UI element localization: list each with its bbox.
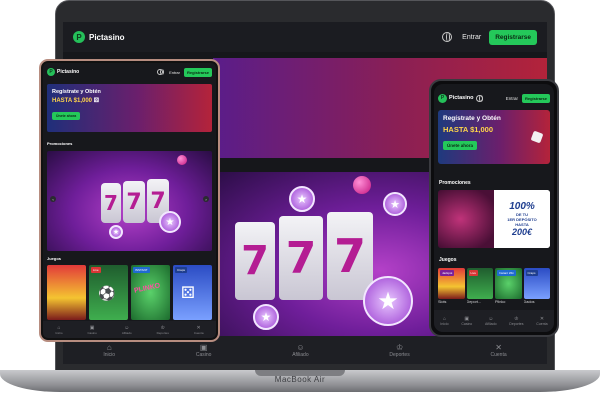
nav-item-deportes[interactable]: ♔ Deportes	[389, 343, 409, 358]
game-tile-slots[interactable]	[47, 265, 86, 320]
dice-icon	[530, 130, 544, 144]
register-button[interactable]: Registrarse	[489, 29, 537, 45]
instant-badge: INSTANT	[133, 267, 150, 273]
hero-banner[interactable]: Regístrate y Obtén HASTA $1,000 Únete ah…	[438, 110, 550, 164]
login-button[interactable]: Entrar	[506, 96, 518, 101]
soccer-ball-icon: ⚽	[98, 285, 116, 301]
brand-logo-icon[interactable]: P	[438, 93, 447, 103]
brand-name[interactable]: Pictasino	[449, 95, 473, 101]
game-tile-sports[interactable]: Live ⚽	[89, 265, 128, 320]
slot-reel: 7	[101, 183, 121, 223]
nav-item-inicio[interactable]: ⌂ Inicio	[440, 316, 448, 326]
carousel-next-button[interactable]: ›	[203, 196, 209, 202]
star-coin-icon: ★	[159, 211, 181, 233]
slot-machine-icon: ▣	[199, 342, 208, 352]
carousel-prev-button[interactable]: ‹	[50, 196, 56, 202]
nav-item-cuenta[interactable]: ✕ Cuenta	[194, 325, 204, 335]
globe-icon[interactable]	[476, 94, 484, 102]
account-icon: ✕	[495, 342, 502, 352]
nav-item-cuenta[interactable]: ✕ Cuenta	[490, 343, 506, 358]
games-heading: Juegos	[47, 256, 62, 261]
hero-headline: Regístrate y Obtén	[443, 115, 501, 122]
hero-headline: Regístrate y Obtén	[52, 89, 101, 95]
brand-logo-icon[interactable]: P	[47, 68, 55, 76]
dice-icon: ⚄	[93, 98, 99, 104]
register-button[interactable]: Registrarse	[183, 67, 212, 77]
craps-badge: Craps	[525, 270, 538, 276]
brand-name[interactable]: Pictasino	[89, 33, 125, 42]
device-mockup-stage: P Pictasino Entrar Registrarse 7 7 7 ★ ★…	[0, 0, 600, 400]
plinko-logo: PLINKO	[133, 282, 161, 295]
device-model-label: MacBook Air	[274, 375, 326, 384]
live-badge: Live	[91, 267, 101, 273]
games-row: Live ⚽ INSTANT PLINKO Craps ⚄	[47, 265, 212, 320]
slot-lever-ball	[353, 176, 371, 194]
star-coin-icon: ★	[289, 186, 315, 212]
promos-heading: Promociones	[439, 180, 471, 186]
slot-reel: 7	[235, 222, 275, 300]
hero-amount: HASTA $1,000	[443, 125, 494, 134]
laptop-top-nav: P Pictasino Entrar Registrarse	[63, 22, 547, 52]
game-tile-sports[interactable]: Live Deport...	[466, 268, 493, 304]
nav-item-inicio[interactable]: ⌂ Inicio	[55, 325, 62, 335]
login-button[interactable]: Entrar	[462, 34, 481, 41]
nav-item-casino[interactable]: ▣ Casino	[461, 316, 472, 326]
instant-win-badge: Instant Win	[497, 270, 517, 276]
game-tile-plinko[interactable]: INSTANT PLINKO	[131, 265, 170, 320]
promos-heading: Promociones	[47, 141, 73, 146]
globe-icon[interactable]	[442, 32, 453, 42]
phone-bottom-nav: ⌂ Inicio ▣ Casino ☺ Afiliado ♔ Deportes ✕ Cue…	[434, 310, 554, 332]
trophy-icon: ♔	[395, 342, 404, 352]
home-icon: ⌂	[106, 342, 112, 352]
games-heading: Juegos	[439, 257, 457, 263]
star-coin-icon: ★	[253, 304, 279, 330]
star-coin-icon: ★	[109, 225, 123, 239]
phone-top-nav: P Pictasino Entrar Registrarse	[434, 90, 554, 106]
nav-item-casino[interactable]: ▣ Casino	[87, 325, 96, 335]
nav-item-afiliado[interactable]: ☺ Afiliado	[485, 316, 496, 326]
globe-icon[interactable]	[157, 69, 164, 75]
login-button[interactable]: Entrar	[169, 70, 180, 75]
game-tile-dice[interactable]: Craps ⚄	[173, 265, 212, 320]
tablet-bottom-nav: ⌂ Inicio ▣ Casino ☺ Afiliado ♔ Deportes ✕ Cue…	[43, 321, 216, 338]
promo-slot-banner[interactable]: 7 7 7 ★ ★	[47, 151, 212, 251]
nav-item-casino[interactable]: ▣ Casino	[196, 343, 212, 358]
phone-screen: P Pictasino Entrar Registrarse Regístrat…	[434, 84, 554, 332]
craps-badge: Craps	[175, 267, 188, 273]
live-badge: Live	[468, 270, 479, 276]
game-tile-plinko[interactable]: Instant Win Plinko	[495, 268, 522, 304]
game-tile-dice[interactable]: Craps Dados	[523, 268, 550, 304]
tablet-top-nav: P Pictasino Entrar Registrarse	[43, 63, 216, 81]
nav-item-afiliado[interactable]: ☺ Afiliado	[292, 343, 308, 358]
nav-item-cuenta[interactable]: ✕ Cuenta	[536, 316, 547, 326]
promo-offer-text: 100% DE TU 1ER DEPÓSITO HASTA 200€	[494, 190, 550, 248]
brand-logo-icon[interactable]: P	[73, 31, 85, 43]
hero-banner[interactable]: Regístrate y Obtén HASTA $1,000 ⚄ Únete …	[47, 84, 212, 132]
nav-item-afiliado[interactable]: ☺ Afiliado	[122, 325, 132, 335]
star-coin-icon: ★	[363, 276, 413, 326]
users-icon: ☺	[296, 342, 305, 352]
star-coin-icon: ★	[383, 192, 407, 216]
slot-reel: 7	[123, 181, 145, 223]
slot-lever-ball	[177, 155, 187, 165]
game-tile-slots[interactable]: Jackpot Slots	[438, 268, 465, 304]
nav-item-inicio[interactable]: ⌂ Inicio	[103, 343, 115, 358]
nav-item-deportes[interactable]: ♔ Deportes	[509, 316, 523, 326]
register-button[interactable]: Registrarse	[521, 93, 550, 103]
join-now-button[interactable]: Únete ahora	[52, 112, 81, 120]
promo-slot-art	[438, 190, 494, 248]
dice-icon: ⚄	[181, 285, 195, 302]
deposit-bonus-banner[interactable]: 100% DE TU 1ER DEPÓSITO HASTA 200€	[438, 190, 550, 248]
brand-name[interactable]: Pictasino	[57, 69, 79, 75]
games-row: Jackpot Slots Live Deport... Instant Win…	[438, 268, 550, 304]
slot-reel: 7	[279, 216, 323, 300]
nav-item-deportes[interactable]: ♔ Deportes	[157, 325, 169, 335]
hero-amount: HASTA $1,000 ⚄	[52, 98, 99, 104]
jackpot-badge: Jackpot	[440, 270, 455, 276]
tablet-screen: P Pictasino Entrar Registrarse Regístrat…	[43, 63, 216, 338]
join-now-button[interactable]: Únete ahora	[443, 141, 478, 150]
